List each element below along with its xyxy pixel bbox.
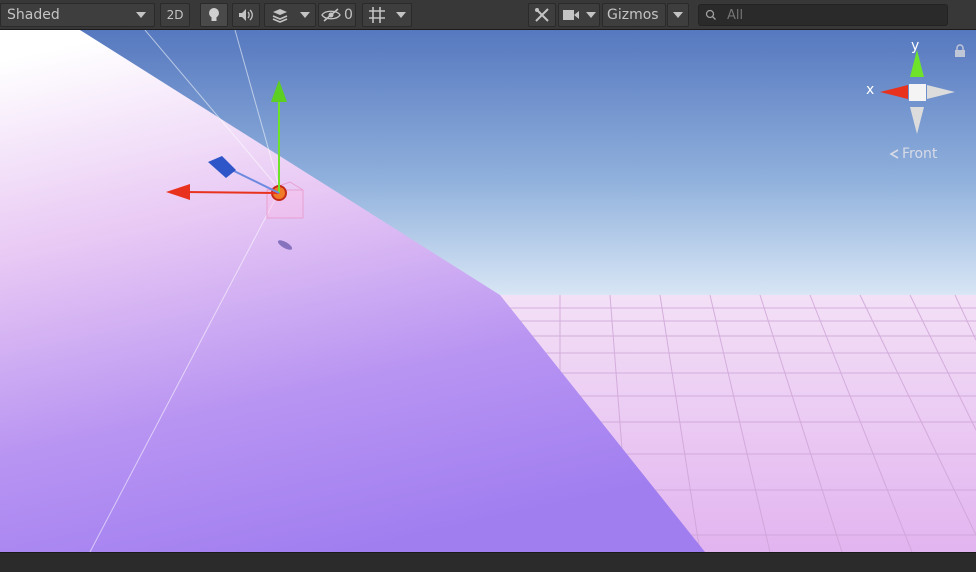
speaker-icon [239, 9, 253, 21]
draw-mode-dropdown[interactable]: Shaded [0, 3, 155, 27]
chevron-down-icon [396, 12, 406, 18]
grid-dropdown[interactable] [362, 3, 412, 27]
2d-toggle-button[interactable]: 2D [160, 3, 190, 27]
scene-viewport[interactable]: x y Front [0, 30, 976, 552]
scene-view-window: Shaded 2D 0 Gizmos All x y Front [0, 0, 976, 572]
draw-mode-label: Shaded [7, 7, 60, 23]
x-axis-handle[interactable] [184, 191, 280, 194]
gizmo-y-label: y [911, 38, 920, 54]
tools-button[interactable] [528, 3, 556, 27]
chevron-down-icon [673, 12, 683, 18]
bottom-bar [0, 552, 976, 572]
perspective-chevron-icon [889, 149, 899, 159]
chevron-down-icon [585, 12, 596, 18]
gizmos-dropdown-button[interactable] [667, 3, 689, 27]
scene-toolbar: Shaded 2D 0 Gizmos All [0, 0, 976, 30]
gizmos-toggle-button[interactable]: Gizmos [602, 3, 666, 27]
hidden-count: 0 [344, 7, 353, 23]
search-input[interactable] [723, 7, 937, 23]
camera-settings-dropdown[interactable] [558, 3, 600, 27]
lighting-toggle-button[interactable] [200, 3, 228, 27]
view-orientation-toggle[interactable]: Front [888, 146, 937, 162]
hierarchy-search-field[interactable] [698, 4, 948, 26]
gizmo-x-label: x [866, 82, 875, 98]
lock-icon[interactable] [954, 44, 966, 58]
gizmo-center-cube[interactable] [909, 84, 926, 101]
eye-slash-icon [321, 8, 341, 22]
scene-visibility-toggle[interactable]: 0 [318, 3, 356, 27]
camera-icon [562, 10, 579, 20]
chevron-down-icon [299, 12, 310, 18]
grid-icon [369, 7, 385, 23]
tools-icon [535, 8, 549, 22]
search-icon [705, 9, 716, 20]
chevron-down-icon [136, 12, 146, 18]
scene-render[interactable] [0, 30, 976, 552]
effects-dropdown[interactable] [264, 3, 316, 27]
view-orientation-label: Front [902, 146, 938, 162]
lightbulb-icon [209, 8, 219, 21]
2d-label: 2D [166, 8, 184, 22]
audio-toggle-button[interactable] [232, 3, 260, 27]
layers-effects-icon [272, 9, 287, 23]
gizmos-label: Gizmos [607, 7, 659, 23]
